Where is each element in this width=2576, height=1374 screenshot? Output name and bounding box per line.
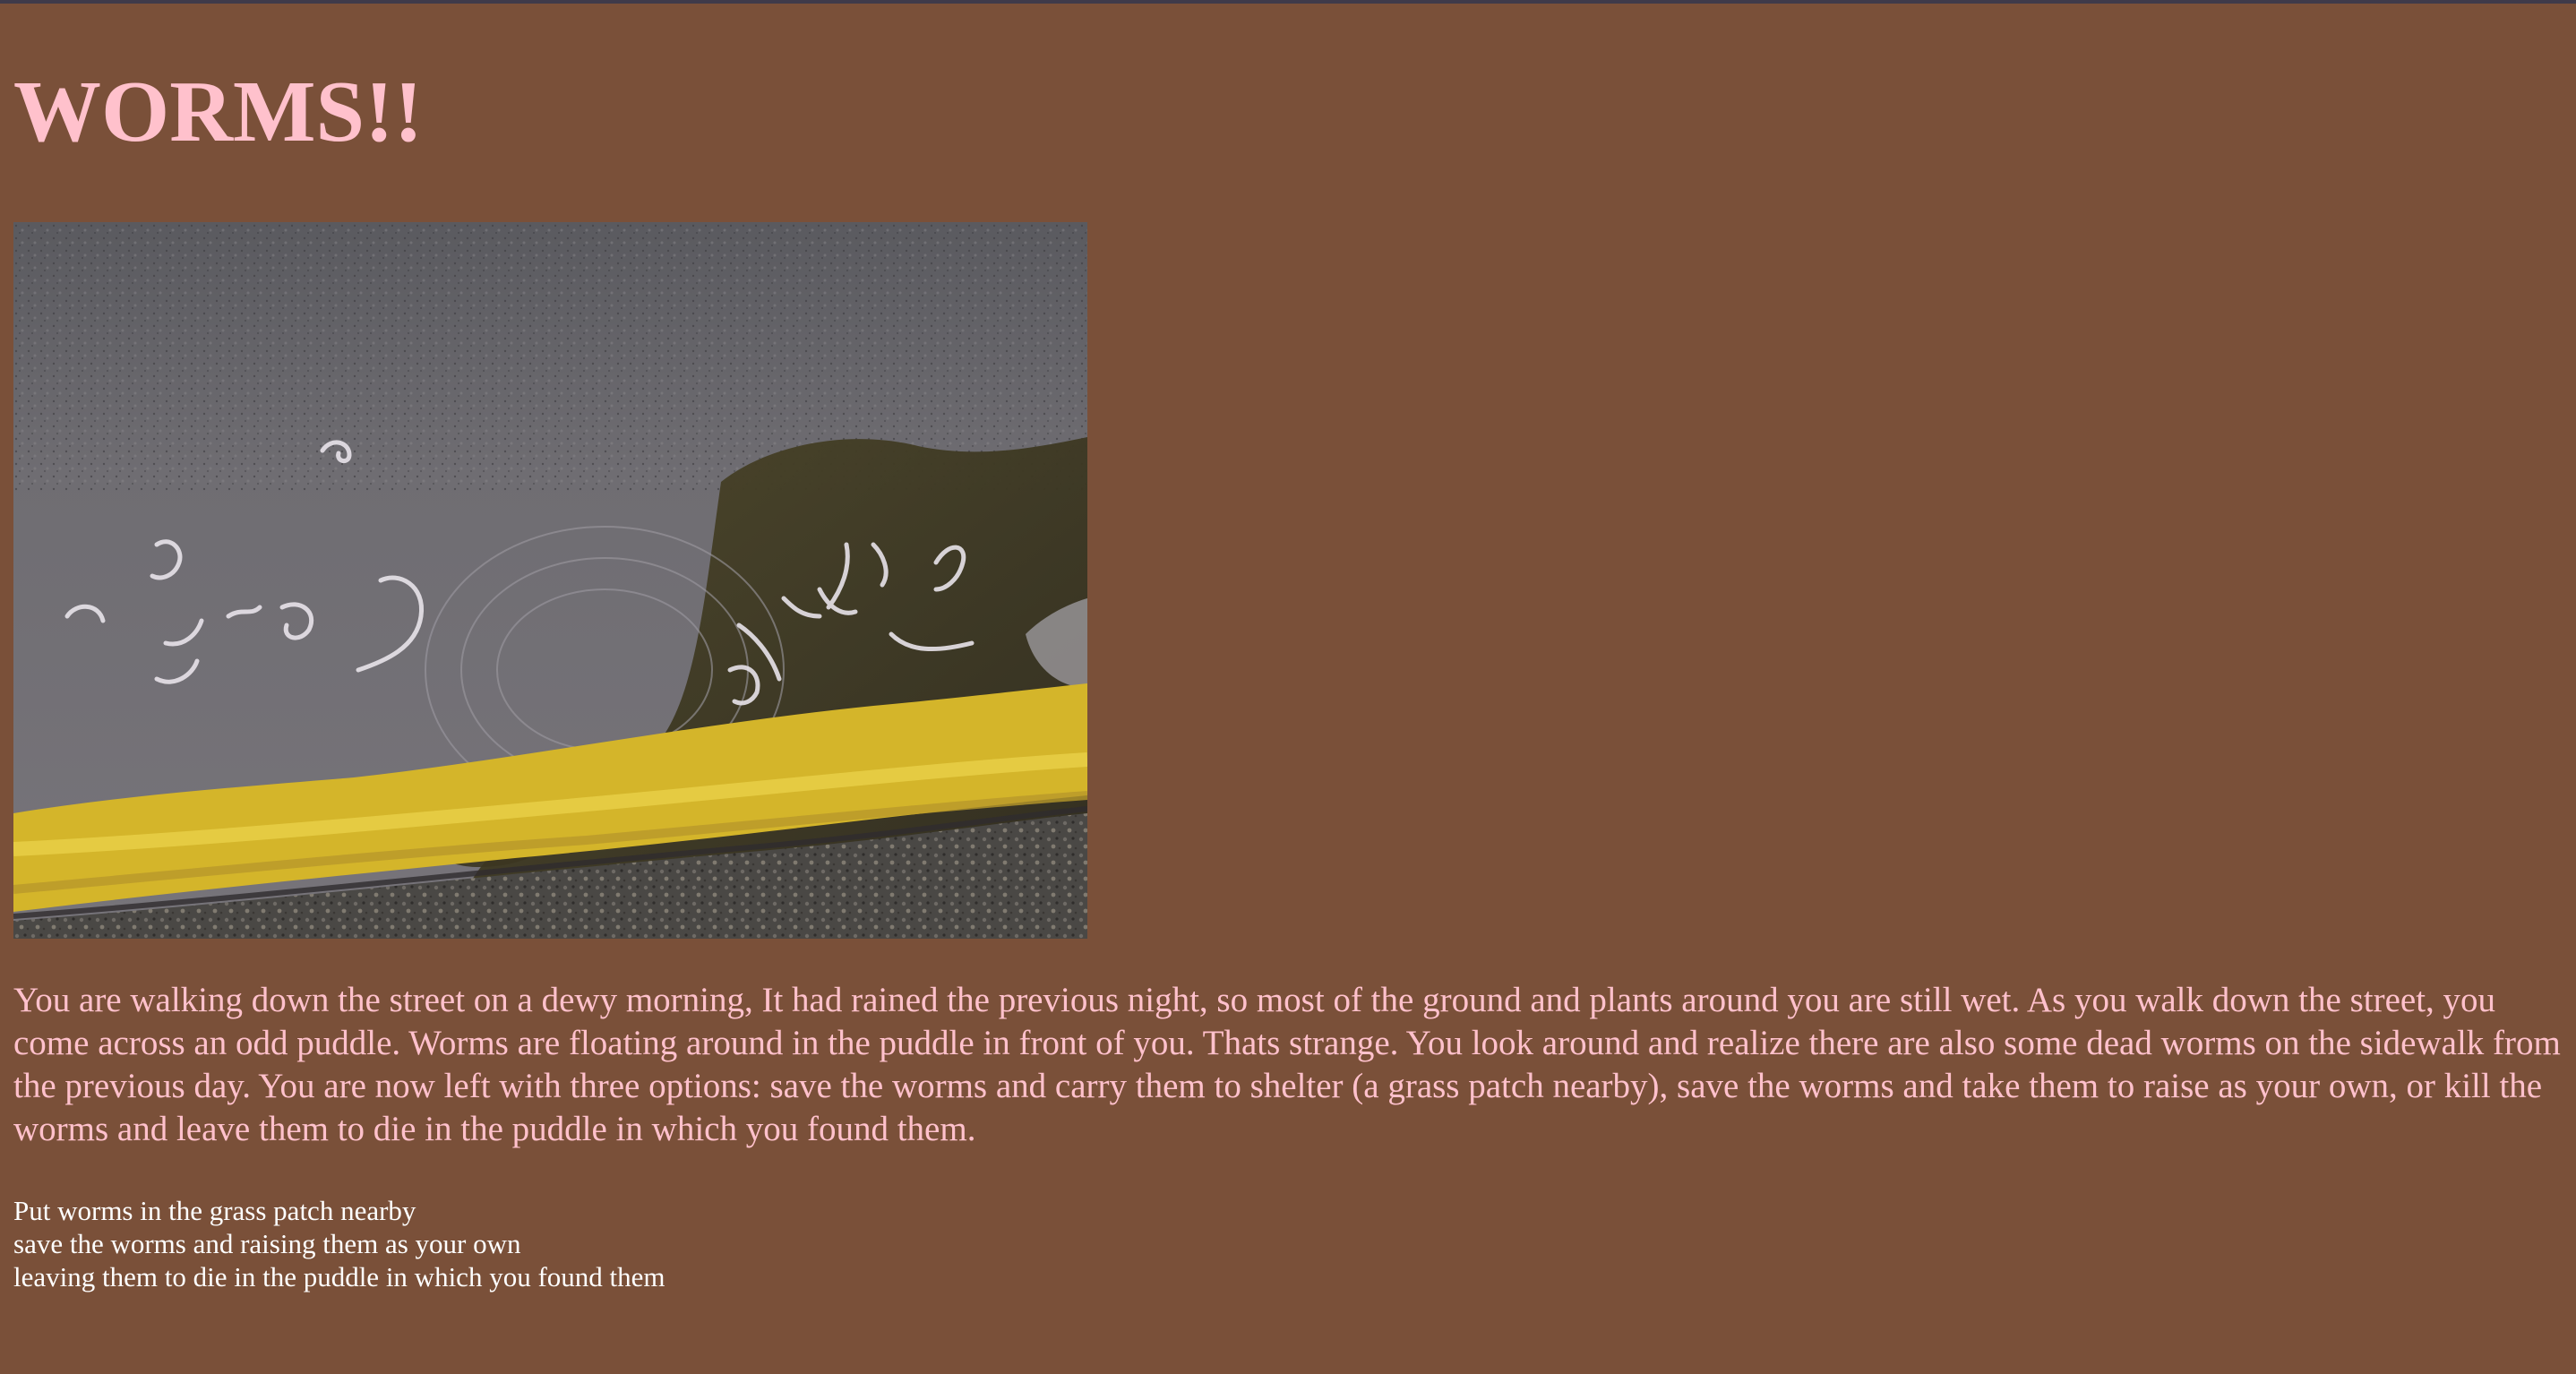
worm-puddle-photo xyxy=(13,222,1087,939)
option-leave-to-die[interactable]: leaving them to die in the puddle in whi… xyxy=(13,1260,665,1293)
option-grass-patch[interactable]: Put worms in the grass patch nearby xyxy=(13,1194,665,1227)
page-title: WORMS!! xyxy=(13,64,424,160)
option-raise-worms[interactable]: save the worms and raising them as your … xyxy=(13,1227,665,1260)
choice-list: Put worms in the grass patch nearby save… xyxy=(13,1194,665,1293)
story-paragraph: You are walking down the street on a dew… xyxy=(13,981,2561,1148)
